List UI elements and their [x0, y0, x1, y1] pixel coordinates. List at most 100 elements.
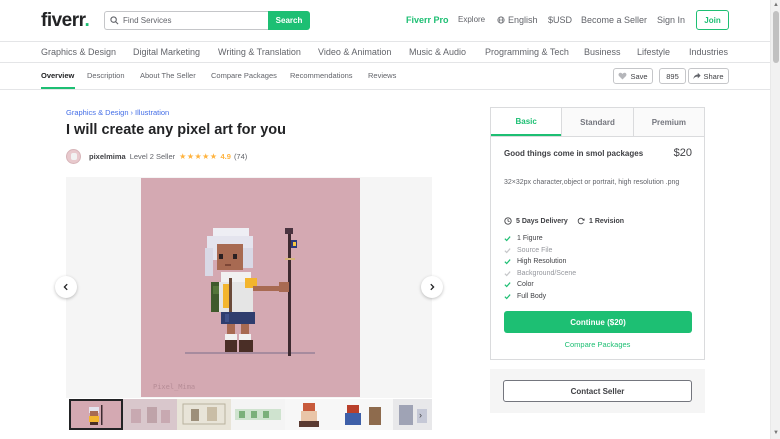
thumbnail-image	[235, 409, 281, 420]
thumbnail-3[interactable]	[177, 399, 231, 430]
tab-reviews[interactable]: Reviews	[368, 71, 396, 80]
category-music-audio[interactable]: Music & Audio	[409, 47, 466, 57]
feature-label: Full Body	[517, 292, 547, 300]
seller-info: pixelmima Level 2 Seller ★★★★★ 4.9 (74)	[66, 148, 247, 164]
search-input[interactable]	[123, 16, 263, 25]
seller-avatar[interactable]	[66, 148, 81, 164]
category-programming-tech[interactable]: Programming & Tech	[485, 47, 569, 57]
package-description: 32×32px character,object or portrait, hi…	[504, 179, 680, 186]
review-count[interactable]: (74)	[234, 152, 247, 161]
thumbnail-image	[299, 403, 319, 427]
package-tabs: Basic Standard Premium	[491, 108, 704, 137]
gig-nav-tabs: Overview Description About The Seller Co…	[0, 63, 770, 90]
revision-label: 1 Revision	[589, 217, 625, 225]
search-icon	[110, 16, 119, 25]
search-box	[104, 11, 268, 30]
gallery-next-button[interactable]	[421, 276, 443, 298]
tab-recommendations[interactable]: Recommendations	[290, 71, 353, 80]
save-label: Save	[630, 71, 648, 81]
category-menu: Graphics & Design Digital Marketing Writ…	[0, 41, 770, 63]
join-button[interactable]: Join	[696, 10, 729, 30]
thumbnail-image	[131, 407, 170, 423]
search-button[interactable]: Search	[268, 11, 310, 30]
scrollbar-thumb[interactable]	[773, 11, 779, 63]
feature-label: Background/Scene	[517, 269, 577, 277]
feature-item: Color	[504, 279, 694, 291]
delivery-label: 5 Days Delivery	[516, 217, 568, 225]
image-watermark: Pixel_Mima	[153, 383, 196, 391]
become-seller-link[interactable]: Become a Seller	[581, 15, 647, 25]
package-price: $20	[673, 147, 692, 159]
thumbnail-5[interactable]	[285, 399, 339, 430]
check-icon	[504, 247, 511, 254]
tab-overview[interactable]: Overview	[41, 71, 74, 80]
language-selector[interactable]: English	[497, 15, 538, 25]
gig-gallery: Pixel_Mima	[66, 177, 432, 398]
breadcrumb: Graphics & Design › Illustration	[66, 108, 169, 117]
category-digital-marketing[interactable]: Digital Marketing	[133, 47, 200, 57]
category-writing-translation[interactable]: Writing & Translation	[218, 47, 301, 57]
gallery-prev-button[interactable]	[55, 276, 77, 298]
tab-description[interactable]: Description	[87, 71, 125, 80]
compare-packages-link[interactable]: Compare Packages	[491, 340, 704, 349]
sign-in-link[interactable]: Sign In	[657, 15, 685, 25]
package-tab-standard[interactable]: Standard	[561, 108, 632, 136]
rating-score: 4.9	[220, 151, 231, 161]
thumbnail-image	[89, 405, 103, 425]
tab-compare-packages[interactable]: Compare Packages	[211, 71, 277, 80]
feature-label: Color	[517, 281, 534, 289]
save-count: 895	[659, 68, 686, 84]
search-bar: Search	[104, 11, 310, 30]
tab-about-seller[interactable]: About The Seller	[140, 71, 196, 80]
category-graphics-design[interactable]: Graphics & Design	[41, 47, 116, 57]
package-panel: Basic Standard Premium Good things come …	[490, 107, 705, 360]
thumbnail-next-icon[interactable]: ›	[419, 410, 422, 420]
thumbnail-image	[399, 405, 427, 425]
breadcrumb-separator: ›	[130, 108, 134, 117]
category-business[interactable]: Business	[584, 47, 621, 57]
share-icon	[693, 72, 702, 80]
page-scrollbar[interactable]: ▲ ▼	[770, 0, 780, 439]
fiverr-pro-link[interactable]: Fiverr Pro	[406, 15, 449, 25]
thumbnail-image	[182, 403, 226, 425]
share-button[interactable]: Share	[688, 68, 729, 84]
thumbnail-4[interactable]	[231, 399, 285, 430]
seller-name[interactable]: pixelmima	[89, 152, 126, 161]
thumbnail-6[interactable]	[339, 399, 393, 430]
seller-level: Level 2 Seller	[129, 151, 176, 161]
contact-section: Contact Seller	[490, 369, 705, 413]
currency-selector[interactable]: $USD	[548, 15, 572, 25]
feature-label: High Resolution	[517, 258, 567, 266]
heart-icon	[618, 72, 627, 80]
category-lifestyle[interactable]: Lifestyle	[637, 47, 670, 57]
globe-icon	[497, 16, 505, 24]
breadcrumb-graphics-design[interactable]: Graphics & Design	[66, 108, 129, 117]
explore-link[interactable]: Explore	[458, 15, 485, 24]
thumbnail-7[interactable]	[393, 399, 432, 430]
package-tab-basic[interactable]: Basic	[491, 108, 562, 136]
category-industries[interactable]: Industries	[689, 47, 728, 57]
revision-count: 1 Revision	[577, 217, 624, 225]
chevron-left-icon	[63, 283, 68, 291]
gallery-thumbnails	[66, 399, 432, 432]
contact-seller-button[interactable]: Contact Seller	[503, 380, 692, 402]
top-header: fiverr. Search Fiverr Pro Explore Englis…	[0, 0, 770, 42]
language-label: English	[508, 15, 538, 25]
package-tab-premium[interactable]: Premium	[632, 108, 704, 136]
gig-main-image: Pixel_Mima	[141, 178, 360, 397]
fiverr-logo[interactable]: fiverr.	[41, 10, 90, 32]
continue-button[interactable]: Continue ($20)	[504, 311, 692, 333]
pixel-character-illustration	[185, 228, 315, 356]
scroll-up-icon[interactable]: ▲	[773, 2, 779, 8]
thumbnail-2[interactable]	[123, 399, 177, 430]
feature-item: High Resolution	[504, 256, 694, 268]
package-name: Good things come in smol packages	[504, 149, 644, 158]
check-icon	[504, 293, 511, 300]
category-video-animation[interactable]: Video & Animation	[318, 47, 391, 57]
feature-label: 1 Figure	[517, 235, 543, 243]
feature-item: Background/Scene	[504, 268, 694, 280]
save-button[interactable]: Save	[613, 68, 653, 84]
scroll-down-icon[interactable]: ▼	[773, 430, 779, 436]
thumbnail-1[interactable]	[69, 399, 123, 430]
breadcrumb-illustration[interactable]: Illustration	[135, 108, 169, 117]
